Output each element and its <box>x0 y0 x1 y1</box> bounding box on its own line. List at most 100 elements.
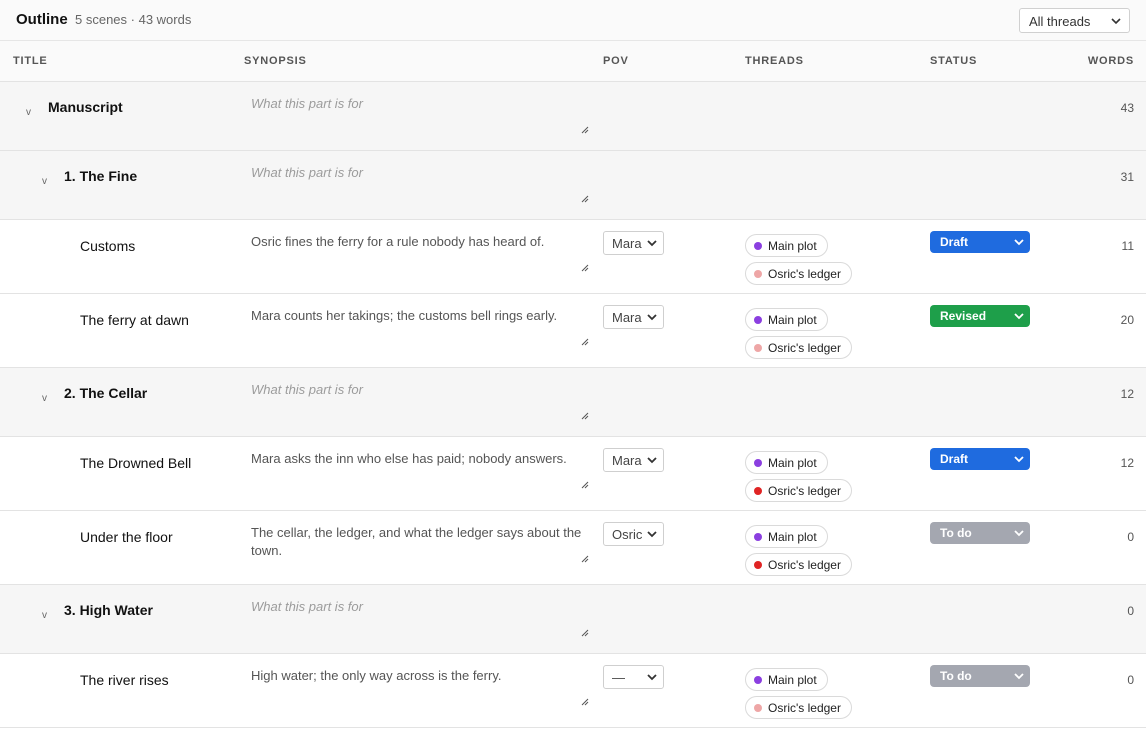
scene-title[interactable]: Under the floor <box>80 529 173 545</box>
thread-chip[interactable]: Main plot <box>745 234 828 257</box>
thread-color-dot <box>754 533 762 541</box>
word-count: 0 <box>1127 673 1134 687</box>
column-header-pov[interactable]: POV <box>603 55 629 67</box>
chevron-down-icon <box>647 531 657 538</box>
pov-select[interactable]: Mara <box>603 231 664 255</box>
status-value: To do <box>940 669 972 683</box>
pov-select[interactable]: Mara <box>603 448 664 472</box>
part-row[interactable]: v 1. The Fine What this part is for 31 <box>0 151 1146 220</box>
status-select[interactable]: Draft <box>930 448 1030 470</box>
status-select[interactable]: To do <box>930 522 1030 544</box>
thread-label: Osric's ledger <box>768 267 841 281</box>
collapse-toggle-icon[interactable]: v <box>26 107 31 118</box>
part-title[interactable]: Manuscript <box>48 99 123 115</box>
column-header-synopsis[interactable]: SYNOPSIS <box>244 55 307 67</box>
synopsis-textarea[interactable]: What this part is for <box>244 376 591 422</box>
thread-color-dot <box>754 561 762 569</box>
thread-chip[interactable]: Main plot <box>745 451 828 474</box>
scene-title[interactable]: The river rises <box>80 672 169 688</box>
synopsis-textarea[interactable]: The cellar, the ledger, and what the led… <box>244 519 591 565</box>
resize-grip-icon[interactable] <box>581 481 589 489</box>
word-count: 12 <box>1120 456 1134 470</box>
thread-color-dot <box>754 316 762 324</box>
thread-chip[interactable]: Osric's ledger <box>745 696 852 719</box>
status-value: Revised <box>940 309 987 323</box>
synopsis-textarea[interactable]: What this part is for <box>244 90 591 136</box>
part-row[interactable]: v 2. The Cellar What this part is for 12 <box>0 368 1146 437</box>
thread-filter-select[interactable]: All threads <box>1019 8 1130 33</box>
chevron-down-icon <box>647 674 657 681</box>
synopsis-text: Mara counts her takings; the customs bel… <box>251 308 558 323</box>
synopsis-textarea[interactable]: Mara counts her takings; the customs bel… <box>244 302 591 348</box>
synopsis-placeholder: What this part is for <box>251 599 363 614</box>
synopsis-text: The cellar, the ledger, and what the led… <box>251 525 582 558</box>
thread-label: Main plot <box>768 456 817 470</box>
resize-grip-icon[interactable] <box>581 264 589 272</box>
scene-row[interactable]: Customs Osric fines the ferry for a rule … <box>0 220 1146 294</box>
thread-label: Osric's ledger <box>768 701 841 715</box>
page-title: Outline <box>16 11 68 28</box>
column-header-words[interactable]: WORDS <box>1088 55 1134 67</box>
resize-grip-icon[interactable] <box>581 412 589 420</box>
thread-chip[interactable]: Main plot <box>745 308 828 331</box>
resize-grip-icon[interactable] <box>581 555 589 563</box>
synopsis-textarea[interactable]: Mara asks the inn who else has paid; nob… <box>244 445 591 491</box>
thread-chip[interactable]: Osric's ledger <box>745 262 852 285</box>
resize-grip-icon[interactable] <box>581 338 589 346</box>
pov-select[interactable]: Osric <box>603 522 664 546</box>
thread-chip[interactable]: Main plot <box>745 525 828 548</box>
thread-label: Main plot <box>768 673 817 687</box>
part-title[interactable]: 3. High Water <box>64 602 153 618</box>
synopsis-textarea[interactable]: Osric fines the ferry for a rule nobody … <box>244 228 591 274</box>
collapse-toggle-icon[interactable]: v <box>42 610 47 621</box>
scene-title[interactable]: Customs <box>80 238 135 254</box>
part-row[interactable]: v Manuscript What this part is for 43 <box>0 82 1146 151</box>
word-count: 20 <box>1120 313 1134 327</box>
status-select[interactable]: Revised <box>930 305 1030 327</box>
synopsis-textarea[interactable]: What this part is for <box>244 159 591 205</box>
chevron-down-icon <box>1014 456 1024 463</box>
thread-label: Osric's ledger <box>768 558 841 572</box>
column-header-title[interactable]: TITLE <box>13 55 48 67</box>
pov-select[interactable]: Mara <box>603 305 664 329</box>
thread-color-dot <box>754 704 762 712</box>
thread-chip[interactable]: Osric's ledger <box>745 553 852 576</box>
thread-chip[interactable]: Osric's ledger <box>745 336 852 359</box>
thread-chip[interactable]: Main plot <box>745 668 828 691</box>
scene-row[interactable]: The ferry at dawn Mara counts her takings… <box>0 294 1146 368</box>
scene-title[interactable]: The ferry at dawn <box>80 312 189 328</box>
status-select[interactable]: Draft <box>930 231 1030 253</box>
scene-row[interactable]: The Drowned Bell Mara asks the inn who el… <box>0 437 1146 511</box>
status-value: Draft <box>940 235 969 249</box>
resize-grip-icon[interactable] <box>581 126 589 134</box>
status-value: To do <box>940 526 972 540</box>
scene-title[interactable]: The Drowned Bell <box>80 455 191 471</box>
collapse-toggle-icon[interactable]: v <box>42 393 47 404</box>
pov-value: Mara <box>612 453 642 468</box>
resize-grip-icon[interactable] <box>581 698 589 706</box>
scene-row[interactable]: Under the floor The cellar, the ledger, a… <box>0 511 1146 585</box>
synopsis-textarea[interactable]: What this part is for <box>244 593 591 639</box>
thread-chip[interactable]: Osric's ledger <box>745 479 852 502</box>
part-row[interactable]: v 3. High Water What this part is for 0 <box>0 585 1146 654</box>
column-header-status[interactable]: STATUS <box>930 55 977 67</box>
status-select[interactable]: To do <box>930 665 1030 687</box>
word-count: 12 <box>1120 387 1134 401</box>
word-count: 0 <box>1127 530 1134 544</box>
resize-grip-icon[interactable] <box>581 195 589 203</box>
resize-grip-icon[interactable] <box>581 629 589 637</box>
status-value: Draft <box>940 452 969 466</box>
column-header-threads[interactable]: THREADS <box>745 55 804 67</box>
pov-select[interactable]: — <box>603 665 664 689</box>
scene-row[interactable]: The river rises High water; the only way … <box>0 654 1146 728</box>
synopsis-text: Mara asks the inn who else has paid; nob… <box>251 451 567 466</box>
synopsis-placeholder: What this part is for <box>251 382 363 397</box>
thread-color-dot <box>754 487 762 495</box>
thread-color-dot <box>754 344 762 352</box>
synopsis-textarea[interactable]: High water; the only way across is the f… <box>244 662 591 708</box>
part-title[interactable]: 2. The Cellar <box>64 385 147 401</box>
collapse-toggle-icon[interactable]: v <box>42 176 47 187</box>
pov-value: Osric <box>612 527 643 542</box>
thread-label: Main plot <box>768 313 817 327</box>
part-title[interactable]: 1. The Fine <box>64 168 137 184</box>
